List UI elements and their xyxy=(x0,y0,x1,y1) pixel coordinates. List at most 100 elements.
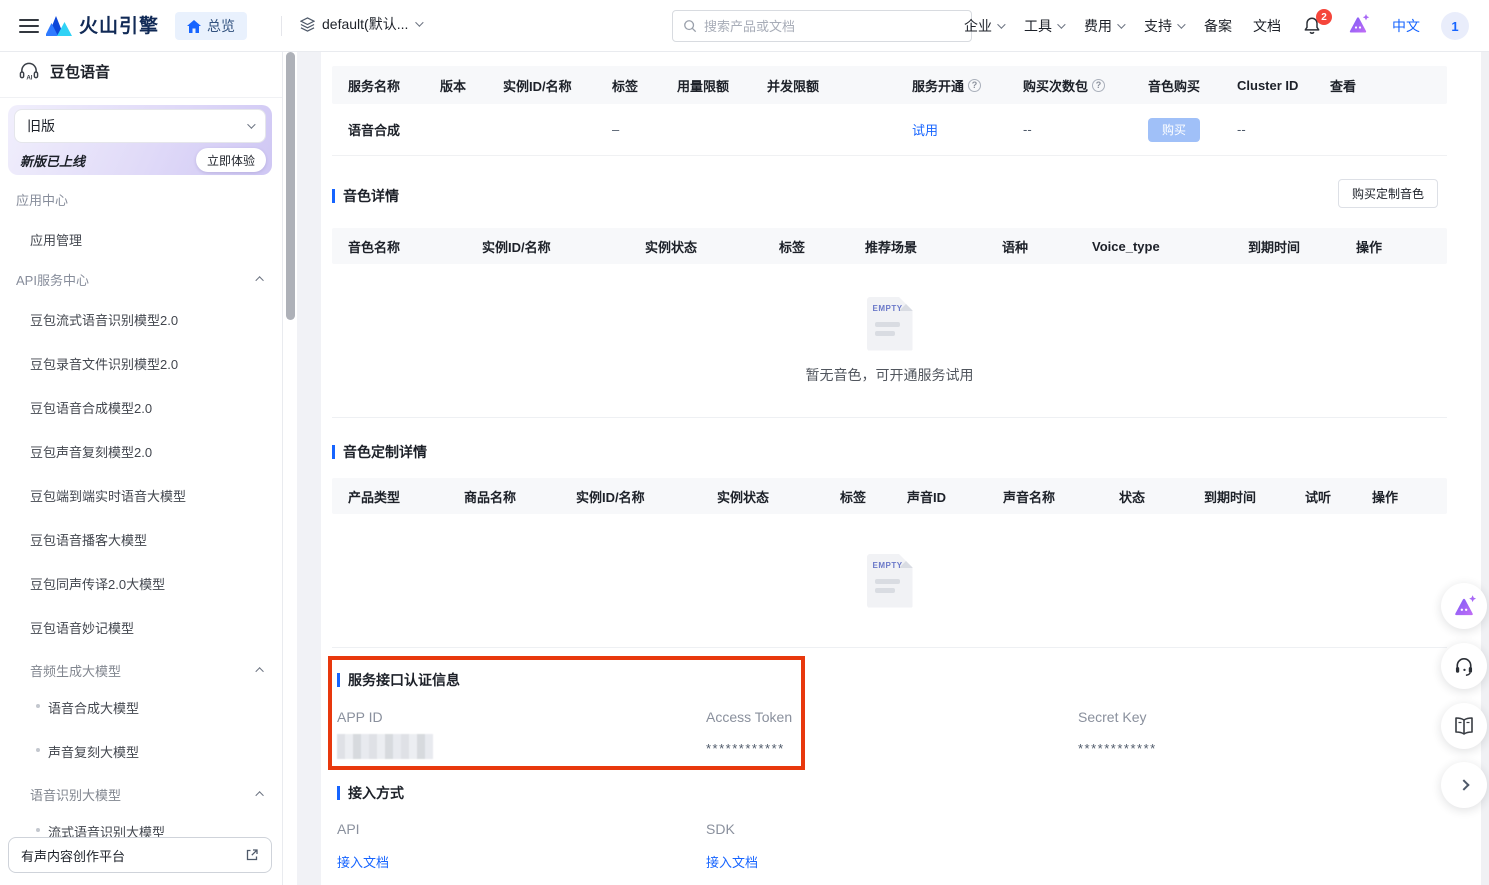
package-value: -- xyxy=(1023,122,1148,137)
chevron-down-icon xyxy=(997,20,1005,28)
layers-icon xyxy=(300,17,315,32)
service-table-header: 服务名称 版本 实例ID/名称 标签 用量限额 并发限额 服务开通 ? 购买次数… xyxy=(332,66,1447,104)
nav-menu-docs[interactable]: 文档 xyxy=(1253,16,1281,36)
service-table: 服务名称 版本 实例ID/名称 标签 用量限额 并发限额 服务开通 ? 购买次数… xyxy=(332,66,1447,156)
sidebar-item-tts-large[interactable]: 语音合成大模型 xyxy=(48,698,139,717)
navbar-right-group: 企业 工具 费用 支持 备案 文档 2 xyxy=(964,0,1469,52)
section-app-center: 应用中心 xyxy=(16,190,68,209)
nav-menu-tools[interactable]: 工具 xyxy=(1024,16,1063,36)
auth-info-title: 服务接口认证信息 xyxy=(337,670,460,690)
voice-detail-table-header: 音色名称 实例ID/名称 实例状态 标签 推荐场景 语种 Voice_type … xyxy=(332,228,1447,264)
new-version-banner: 新版已上线 立即体验 xyxy=(20,147,266,173)
notification-bell[interactable]: 2 xyxy=(1302,15,1324,37)
secret-key-label: Secret Key xyxy=(1078,709,1146,725)
audio-platform-link[interactable]: 有声内容创作平台 xyxy=(8,837,272,873)
product-title-label: 豆包语音 xyxy=(50,61,110,82)
ai-assistant-entry[interactable] xyxy=(1345,12,1371,41)
chevron-down-icon xyxy=(1057,20,1065,28)
sidebar-scrollbar[interactable] xyxy=(284,52,297,885)
table-row: 语音合成 – 试用 -- 购买 -- xyxy=(332,104,1447,156)
chevron-up-icon[interactable] xyxy=(255,791,263,799)
scrollbar-thumb[interactable] xyxy=(286,52,295,320)
sidebar: AI 豆包语音 旧版 新版已上线 立即体验 应用中心 应用管理 API服务中心 … xyxy=(0,52,283,885)
chevron-up-icon[interactable] xyxy=(255,667,263,675)
sidebar-item-tts-2[interactable]: 豆包语音合成模型2.0 xyxy=(30,398,152,417)
sidebar-item-podcast[interactable]: 豆包语音播客大模型 xyxy=(30,530,147,549)
ai-assistant-float-button[interactable] xyxy=(1441,583,1487,629)
sidebar-item-e2e-realtime[interactable]: 豆包端到端实时语音大模型 xyxy=(30,486,186,505)
new-version-text: 新版已上线 xyxy=(20,151,85,170)
tag-value: – xyxy=(612,122,677,137)
avatar[interactable]: 1 xyxy=(1441,12,1469,40)
top-navbar: 火山引擎 总览 default(默认... xyxy=(0,0,1489,52)
overview-button[interactable]: 总览 xyxy=(175,12,247,40)
chevron-up-icon[interactable] xyxy=(255,276,263,284)
cluster-id-value: -- xyxy=(1237,122,1330,137)
page-scrollbar-track[interactable] xyxy=(1481,52,1489,885)
sidebar-item-streaming-asr-2[interactable]: 豆包流式语音识别模型2.0 xyxy=(30,310,178,329)
voice-custom-empty-state: EMPTY xyxy=(332,514,1447,648)
trial-link[interactable]: 试用 xyxy=(912,123,938,138)
help-icon[interactable]: ? xyxy=(968,79,981,92)
buy-button[interactable]: 购买 xyxy=(1148,118,1200,142)
group-audio-gen[interactable]: 音频生成大模型 xyxy=(30,661,121,680)
ai-mountain-icon xyxy=(1345,12,1371,36)
nav-menu-support[interactable]: 支持 xyxy=(1144,16,1183,36)
sidebar-item-file-asr-2[interactable]: 豆包录音文件识别模型2.0 xyxy=(30,354,178,373)
access-token-label: Access Token xyxy=(706,709,792,725)
ai-mountain-icon xyxy=(1450,593,1478,619)
voice-detail-table: 音色名称 实例ID/名称 实例状态 标签 推荐场景 语种 Voice_type … xyxy=(332,228,1447,418)
customer-support-button[interactable] xyxy=(1441,643,1487,689)
sdk-doc-link[interactable]: 接入文档 xyxy=(706,852,758,871)
volcengine-logo[interactable]: 火山引擎 xyxy=(46,11,159,38)
voice-custom-table: 产品类型 商品名称 实例ID/名称 实例状态 标签 声音ID 声音名称 状态 到… xyxy=(332,478,1447,648)
version-panel: 旧版 新版已上线 立即体验 xyxy=(8,105,272,175)
sidebar-item-app-management[interactable]: 应用管理 xyxy=(30,230,82,249)
logo-text: 火山引擎 xyxy=(79,11,159,38)
help-icon[interactable]: ? xyxy=(1092,79,1105,92)
divider xyxy=(281,16,282,36)
chevron-down-icon xyxy=(1177,20,1185,28)
version-select[interactable]: 旧版 xyxy=(14,109,266,143)
group-asr[interactable]: 语音识别大模型 xyxy=(30,785,121,804)
app-id-masked-value xyxy=(337,734,433,759)
project-selector[interactable]: default(默认... xyxy=(300,14,421,34)
collapse-panel-button[interactable] xyxy=(1441,762,1487,808)
headset-icon xyxy=(1452,655,1476,678)
audio-platform-label: 有声内容创作平台 xyxy=(21,846,125,865)
try-now-button[interactable]: 立即体验 xyxy=(196,148,266,172)
language-switch[interactable]: 中文 xyxy=(1392,16,1420,36)
nav-menu-billing[interactable]: 费用 xyxy=(1084,16,1123,36)
chevron-down-icon xyxy=(416,18,424,26)
api-doc-link[interactable]: 接入文档 xyxy=(337,852,389,871)
nav-menu-icp[interactable]: 备案 xyxy=(1204,16,1232,36)
global-search xyxy=(672,10,972,42)
book-icon xyxy=(1452,715,1476,737)
app-id-label: APP ID xyxy=(337,709,383,725)
sidebar-item-miaoji[interactable]: 豆包语音妙记模型 xyxy=(30,618,134,637)
empty-state-text: 暂无音色，可开通服务试用 xyxy=(806,365,974,385)
search-input[interactable] xyxy=(704,19,961,34)
hamburger-menu-icon[interactable] xyxy=(19,19,39,33)
sidebar-item-voice-clone-2[interactable]: 豆包声音复刻模型2.0 xyxy=(30,442,152,461)
service-name: 语音合成 xyxy=(348,120,440,139)
svg-text:AI: AI xyxy=(26,75,32,82)
sidebar-item-clone-large[interactable]: 声音复刻大模型 xyxy=(48,742,139,761)
sidebar-item-simul-interpret[interactable]: 豆包同声传译2.0大模型 xyxy=(30,574,165,593)
documentation-button[interactable] xyxy=(1441,703,1487,749)
secret-key-value: ************ xyxy=(1078,741,1157,756)
sdk-label: SDK xyxy=(706,821,735,837)
voice-custom-table-header: 产品类型 商品名称 实例ID/名称 实例状态 标签 声音ID 声音名称 状态 到… xyxy=(332,478,1447,514)
search-icon xyxy=(683,19,697,33)
overview-label: 总览 xyxy=(207,16,235,36)
chevron-down-icon xyxy=(247,120,255,128)
voice-custom-title: 音色定制详情 xyxy=(332,442,427,462)
nav-menu-enterprise[interactable]: 企业 xyxy=(964,16,1003,36)
section-api-center[interactable]: API服务中心 xyxy=(16,270,89,289)
api-label: API xyxy=(337,821,360,837)
buy-custom-voice-button[interactable]: 购买定制音色 xyxy=(1338,179,1438,208)
access-method-title: 接入方式 xyxy=(337,783,404,803)
version-select-value: 旧版 xyxy=(27,116,55,136)
divider xyxy=(0,97,282,98)
headset-ai-icon: AI xyxy=(18,61,40,82)
